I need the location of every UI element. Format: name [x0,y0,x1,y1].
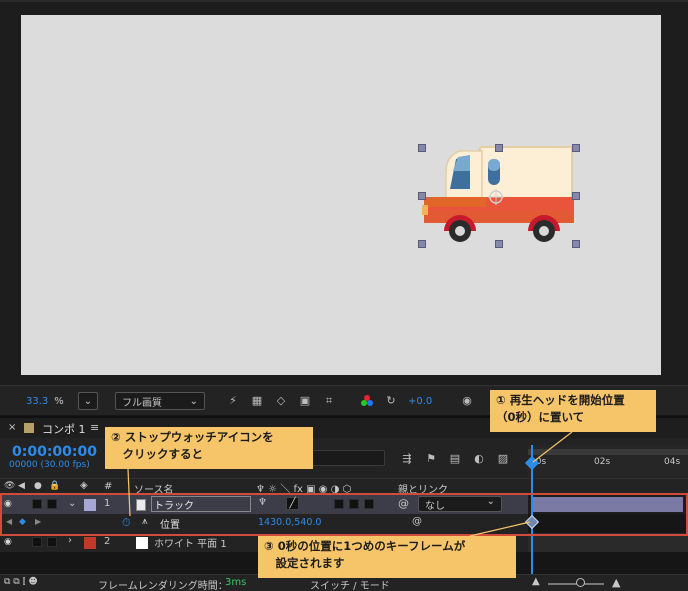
lock-column-icon: 🔒 [49,481,61,491]
frame-blending-icon[interactable]: ▤ [448,452,462,466]
label-color-swatch[interactable] [84,537,96,549]
label-column-icon: ◈ [80,480,88,491]
solo-switch[interactable] [47,537,57,547]
callout-2: ② ストップウォッチアイコンを クリックすると [105,427,313,469]
callout-3-line-1: ③ 0秒の位置に1つめのキーフレームが [264,539,466,553]
graph-editor-icon[interactable]: ▨ [496,452,510,466]
transparency-grid-icon[interactable]: ▦ [250,394,264,408]
zoom-control[interactable]: 33.3 % [26,392,64,410]
truck-layer-graphic[interactable] [420,145,580,245]
switches-modes-toggle[interactable]: スイッチ / モード [310,577,390,591]
callout-3: ③ 0秒の位置に1つめのキーフレームが 設定されます [258,536,516,578]
callout-2-line-2: クリックすると [111,447,203,461]
callout-1: ① 再生ヘッドを開始位置 （0秒）に置いて [490,390,656,432]
composition-viewer [0,0,688,385]
zoom-out-icon[interactable]: ▲ [532,576,540,587]
chevron-down-icon: ⌄ [83,395,93,407]
transform-handle[interactable] [418,240,426,248]
resolution-dropdown[interactable]: フル画質 ⌄ [115,392,205,410]
zoom-in-icon[interactable]: ▲ [612,576,620,589]
draft-3d-icon[interactable]: ⚑ [424,452,438,466]
resolution-value: フル画質 [122,397,162,409]
ruler-mark: 04s [664,457,681,467]
transform-handle[interactable] [495,144,503,152]
callout-2-line-1: ② ストップウォッチアイコンを [111,430,274,444]
work-area-bar[interactable] [528,449,688,455]
transform-handle[interactable] [572,144,580,152]
transform-handle[interactable] [418,144,426,152]
ruler-mark: 02s [594,457,611,467]
layer-column-headers: 👁 ◀ ● 🔒 ◈ # ソース名 ♆ ☼ ＼ fx ▣ ◉ ◑ ⬡ 親とリンク [0,478,688,496]
zoom-dropdown-button[interactable]: ⌄ [78,392,98,410]
frame-info: 00000 (30.00 fps) [9,460,90,470]
callout-1-line-1: ① 再生ヘッドを開始位置 [496,393,625,407]
panel-menu-icon[interactable]: ≡ [90,421,99,434]
index-column-header: # [104,481,113,492]
solo-column-icon: ● [34,481,42,491]
zoom-value[interactable]: 33.3 [26,396,48,407]
mask-visibility-icon[interactable]: ◇ [274,394,288,408]
audio-switch[interactable] [32,537,42,547]
composition-canvas[interactable] [21,15,661,375]
grid-guides-icon[interactable]: ⌗ [322,394,336,408]
region-of-interest-icon[interactable]: ▣ [298,394,312,408]
fast-preview-icon[interactable]: ⚡ [226,394,240,408]
chevron-down-icon: ⌄ [189,395,198,407]
camera-snapshot-icon[interactable]: ◉ [460,394,474,408]
zoom-unit: % [54,395,64,407]
callout-1-line-2: （0秒）に置いて [496,410,585,424]
exposure-value[interactable]: +0.0 [408,392,432,410]
channel-rgb-icon[interactable] [360,394,374,408]
composition-icon [24,423,34,433]
highlight-box [0,493,688,536]
reset-exposure-icon[interactable]: ↻ [384,394,398,408]
visibility-column-icon: 👁 [4,481,16,491]
zoom-slider-thumb[interactable] [576,578,585,587]
tab-composition[interactable]: コンポ 1 [42,421,86,437]
motion-blur-icon[interactable]: ◐ [472,452,486,466]
composition-flowchart-icon[interactable]: ⇶ [400,452,414,466]
transform-handle[interactable] [572,240,580,248]
render-time-value: 3ms [225,577,247,588]
audio-column-icon: ◀ [18,481,25,491]
time-ruler[interactable]: 00s 02s 04s [528,445,688,477]
layer-toggle-icons[interactable]: ⧉ ⧉ ⫿ ☻ [4,577,38,587]
transform-handle[interactable] [495,240,503,248]
render-time-label: フレームレンダリング時間： [98,581,228,591]
close-icon[interactable]: × [8,422,16,433]
layer-index: 2 [104,536,111,547]
solid-color-icon [136,537,148,549]
layer-name[interactable]: ホワイト 平面 1 [154,535,227,550]
callout-3-line-2: 設定されます [264,556,345,570]
eye-icon[interactable]: ◉ [4,537,12,547]
chevron-right-icon[interactable]: › [68,535,72,546]
transform-handle[interactable] [418,192,426,200]
transform-handle[interactable] [572,192,580,200]
current-timecode[interactable]: 0:00:00:00 [12,444,97,460]
